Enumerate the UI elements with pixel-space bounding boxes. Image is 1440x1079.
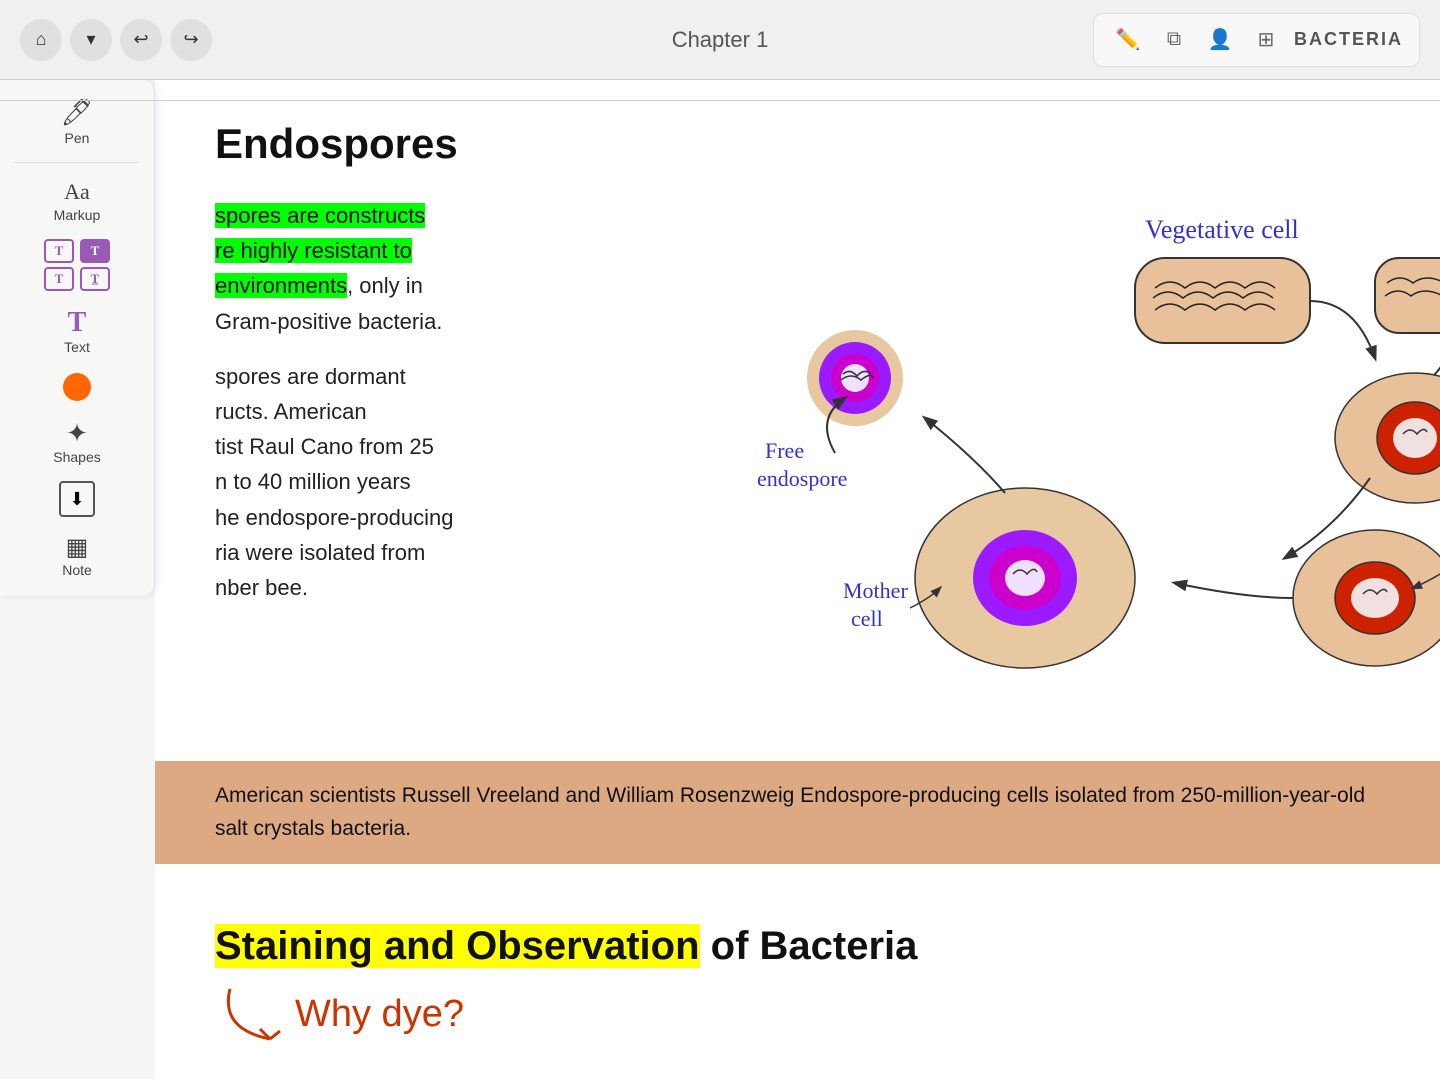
markup-icon: Aa bbox=[64, 179, 90, 205]
undo-button[interactable]: ↩ bbox=[120, 19, 162, 61]
toolbar-left-buttons: ⌂ ▾ ↩ ↪ bbox=[20, 19, 212, 61]
mother-cell-label: Mother bbox=[843, 578, 908, 603]
highlighted-text: American scientists Russell Vreeland and… bbox=[215, 779, 1380, 846]
mother-cell-label2: cell bbox=[851, 606, 883, 631]
text-icon: T bbox=[68, 307, 87, 339]
text-label: Text bbox=[64, 339, 90, 355]
veg-cell-rect bbox=[1135, 258, 1310, 343]
text-dormant-7: nber bee. bbox=[215, 575, 308, 600]
text-style-btn-1[interactable]: T bbox=[44, 239, 74, 263]
undo-icon: ↩ bbox=[133, 29, 148, 50]
person-tool-button[interactable]: 👤 bbox=[1202, 22, 1238, 58]
grid-tool-button[interactable]: ⊞ bbox=[1248, 22, 1284, 58]
why-dye-row: Why dye? bbox=[215, 979, 1380, 1049]
chapter-label: Chapter 1 bbox=[672, 27, 769, 53]
text-dormant-1: spores are dormant bbox=[215, 364, 406, 389]
staining-title: Staining and Observation of Bacteria bbox=[215, 924, 1380, 969]
mature-center bbox=[1351, 578, 1399, 618]
pen-tool-icon: ✏️ bbox=[1116, 27, 1141, 52]
sidebar-item-shapes[interactable]: ✦ Shapes bbox=[0, 411, 154, 473]
diagram-area: Vegetative cell Free endospore bbox=[755, 198, 1440, 718]
pen-label: Pen bbox=[65, 130, 90, 146]
text-tool-group: T T T T̲ bbox=[0, 235, 154, 295]
text-style-btn-2[interactable]: T bbox=[80, 239, 110, 263]
note-label: Note bbox=[62, 562, 92, 578]
shapes-icon: ✦ bbox=[66, 419, 88, 449]
veg-cell-arrow bbox=[1310, 301, 1375, 358]
text-dormant-5: he endospore-producing bbox=[215, 505, 454, 530]
pen-icon: 🖊 bbox=[60, 98, 93, 128]
staining-section: Staining and Observation of Bacteria Why… bbox=[155, 924, 1440, 1049]
highlight-3: environments bbox=[215, 273, 347, 298]
developing-center bbox=[1393, 418, 1437, 458]
top-toolbar: ⌂ ▾ ↩ ↪ Chapter 1 ✏️ ⧉ 👤 ⊞ BACTERIA bbox=[0, 0, 1440, 80]
toolbar-divider bbox=[0, 100, 1440, 101]
text-style-btn-3[interactable]: T bbox=[44, 267, 74, 291]
grid-tool-icon: ⊞ bbox=[1258, 27, 1275, 52]
highlighted-text-block: American scientists Russell Vreeland and… bbox=[155, 761, 1440, 864]
highlight-1: spores are constructs bbox=[215, 203, 425, 228]
sidebar-item-text[interactable]: T Text bbox=[0, 299, 154, 363]
note-icon: ▦ bbox=[66, 533, 89, 562]
text-dormant-3: tist Raul Cano from 25 bbox=[215, 434, 434, 459]
mother-spore-center bbox=[1005, 560, 1045, 596]
copy-tool-button[interactable]: ⧉ bbox=[1156, 22, 1192, 58]
left-sidebar: 🖊 Pen Aa Markup T T T T̲ T Text ✦ Shapes… bbox=[0, 80, 155, 596]
text-dormant-6: ria were isolated from bbox=[215, 540, 425, 565]
text-gram: Gram-positive bacteria. bbox=[215, 309, 442, 334]
text-dormant-2: ructs. American bbox=[215, 399, 367, 424]
pen-tool-button[interactable]: ✏️ bbox=[1110, 22, 1146, 58]
free-endospore-label2: endospore bbox=[757, 466, 847, 491]
page-title: Endospores bbox=[215, 120, 1380, 168]
text-block-1: spores are constructs re highly resistan… bbox=[215, 198, 715, 605]
curved-arrow-svg bbox=[215, 979, 295, 1049]
redo-button[interactable]: ↪ bbox=[170, 19, 212, 61]
home-icon: ⌂ bbox=[36, 29, 47, 50]
endospore-diagram: Vegetative cell Free endospore bbox=[755, 198, 1440, 718]
home-button[interactable]: ⌂ bbox=[20, 19, 62, 61]
color-circle[interactable] bbox=[63, 373, 91, 401]
insert-image-icon: ⬇ bbox=[69, 489, 84, 510]
why-dye-text: Why dye? bbox=[295, 993, 464, 1036]
dropdown-icon: ▾ bbox=[86, 29, 95, 50]
mother-to-free-arrow bbox=[925, 418, 1005, 493]
staining-title-rest: of Bacteria bbox=[700, 924, 918, 968]
redo-icon: ↪ bbox=[183, 29, 198, 50]
free-endospore-label: Free bbox=[765, 438, 804, 463]
shapes-label: Shapes bbox=[53, 449, 100, 465]
sidebar-item-markup[interactable]: Aa Markup bbox=[0, 171, 154, 231]
text-after-highlight: , only in bbox=[347, 273, 423, 298]
dropdown-button[interactable]: ▾ bbox=[70, 19, 112, 61]
mature-to-mother-arrow bbox=[1175, 583, 1293, 598]
sidebar-divider-1 bbox=[15, 162, 138, 163]
staining-title-highlighted: Staining and Observation bbox=[215, 924, 700, 968]
vegetative-cell-label: Vegetative cell bbox=[1145, 215, 1299, 244]
toolbar-right-group: ✏️ ⧉ 👤 ⊞ BACTERIA bbox=[1093, 13, 1420, 67]
highlight-2: re highly resistant to bbox=[215, 238, 412, 263]
markup-label: Markup bbox=[54, 207, 101, 223]
content-row: spores are constructs re highly resistan… bbox=[215, 198, 1380, 718]
bacteria-label: BACTERIA bbox=[1294, 29, 1403, 50]
text-column: spores are constructs re highly resistan… bbox=[215, 198, 715, 625]
text-dormant-4: n to 40 million years bbox=[215, 469, 411, 494]
text-style-btn-4[interactable]: T̲ bbox=[80, 267, 110, 291]
person-tool-icon: 👤 bbox=[1208, 27, 1233, 52]
insert-image-btn[interactable]: ⬇ bbox=[59, 481, 95, 517]
copy-tool-icon: ⧉ bbox=[1167, 28, 1181, 51]
sidebar-item-note[interactable]: ▦ Note bbox=[0, 525, 154, 586]
